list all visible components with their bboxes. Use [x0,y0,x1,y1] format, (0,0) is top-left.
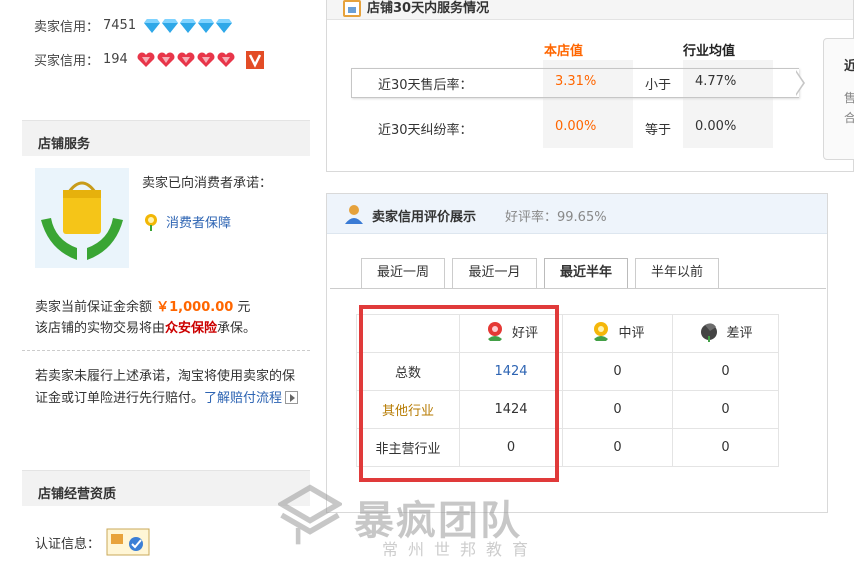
heart-icon [177,52,195,67]
heart-icon [217,52,235,67]
deposit-info: 卖家当前保证金余额 ￥1,000.00 元 该店铺的实物交易将由众安保险承保。 [35,297,256,339]
tab-before-half-year[interactable]: 半年以前 [635,258,719,288]
after-sale-rate-avg: 4.77% [695,74,737,89]
heart-icon [197,52,215,67]
verified-v-icon[interactable] [245,50,264,69]
left-sidebar: 卖家信用： 7451 买家信用： 194 店铺服务 卖家已向消费者承诺： 消费者… [0,0,320,566]
shopping-bag-hands-icon [41,181,123,260]
header-mid: 中评 [562,314,673,353]
seller-rating-title: 卖家信用评价展示 [372,210,477,225]
detail-side-card[interactable]: 近 售 合 [823,38,854,160]
buyer-credit-label: 买家信用： [34,54,100,69]
seller-avatar-icon [345,205,363,224]
diamond-rank-icons[interactable] [144,18,234,33]
nonmain-bad-count: 0 [672,428,779,467]
after-sale-compare: 小于 [645,78,672,93]
nonmain-mid-count: 0 [562,428,673,467]
yellow-flower-icon [594,321,609,341]
certification-label: 认证信息： [35,536,101,552]
buyer-credit-row: 买家信用： 194 [34,50,264,69]
total-bad-count: 0 [672,352,779,391]
own-value-header: 本店值 [544,44,584,59]
seller-credit-row: 卖家信用： 7451 [34,16,234,35]
tab-last-month[interactable]: 最近一月 [452,258,537,288]
industry-avg-header: 行业均值 [683,44,736,59]
play-arrow-icon[interactable] [285,391,299,404]
watermark: 暴疯团队 常州世邦教育 [278,482,568,566]
buyer-credit-value: 194 [103,52,128,67]
header-mid-label: 中评 [618,326,645,341]
tab-last-half-year[interactable]: 最近半年 [544,258,628,289]
license-certificate-icon[interactable] [106,528,150,556]
service-30d-header: 店铺30天内服务情况 [327,0,853,20]
compensation-promise: 若卖家未履行上述承诺，淘宝将使用卖家的保证金或订单险进行先行赔付。了解赔付流程 [35,366,307,410]
insurance-prefix: 该店铺的实物交易将由 [35,321,166,336]
watermark-sub-text: 常州世邦教育 [382,540,539,559]
insurance-suffix: 承保。 [217,321,257,336]
shop-qualification-header: 店铺经营资质 [22,470,310,506]
dispute-compare: 等于 [645,123,672,138]
watermark-logo-icon [278,484,342,545]
total-mid-count: 0 [562,352,673,391]
shop-service-header: 店铺服务 [22,120,310,156]
diamond-icon [144,18,161,33]
side-card-line2: 合 [844,108,854,128]
service-30d-title: 店铺30天内服务情况 [367,1,490,16]
dispute-rate-label: 近30天纠纷率： [378,123,473,138]
dispute-rate-avg: 0.00% [695,119,737,134]
side-card-line1: 售 [844,88,854,108]
consumer-protection-image [35,168,129,268]
flower-badge-icon [145,213,157,231]
consumer-protection-label: 消费者保障 [166,216,232,231]
highlight-annotation-box [359,305,559,482]
diamond-icon [180,18,197,33]
side-card-title: 近 [844,55,854,74]
promise-label: 卖家已向消费者承诺： [142,176,273,191]
diamond-icon [216,18,233,33]
header-bad: 差评 [672,314,779,353]
diamond-icon [162,18,179,33]
heart-icon [157,52,175,67]
good-rate: 好评率：99.65% [505,210,607,225]
after-sale-rate-label: 近30天售后率： [378,78,473,93]
heart-icon [137,52,155,67]
deposit-prefix: 卖家当前保证金余额 [35,300,157,315]
heart-rank-icons[interactable] [136,52,236,68]
insurance-name[interactable]: 众安保险 [165,321,217,336]
consumer-protection-link[interactable]: 消费者保障 [142,212,231,231]
deposit-suffix: 元 [233,300,251,315]
row-pointer-arrow-inner [795,71,803,95]
diamond-icon [198,18,215,33]
seller-credit-value: 7451 [103,18,137,33]
divider [22,350,310,351]
tab-last-week[interactable]: 最近一周 [361,258,445,288]
calendar-icon [343,0,361,17]
after-sale-rate-own: 3.31% [555,74,597,89]
learn-compensation-link[interactable]: 了解赔付流程 [204,391,282,406]
header-bad-label: 差评 [726,326,753,341]
tab-divider [330,288,826,289]
dispute-rate-own: 0.00% [555,119,597,134]
seller-rating-header: 卖家信用评价展示 好评率：99.65% [327,194,827,234]
certification-row: 认证信息： [35,528,150,556]
other-bad-count: 0 [672,390,779,429]
wilted-flower-icon [701,322,718,342]
seller-credit-label: 卖家信用： [34,20,100,35]
other-mid-count: 0 [562,390,673,429]
deposit-amount: ￥1,000.00 [156,300,234,315]
